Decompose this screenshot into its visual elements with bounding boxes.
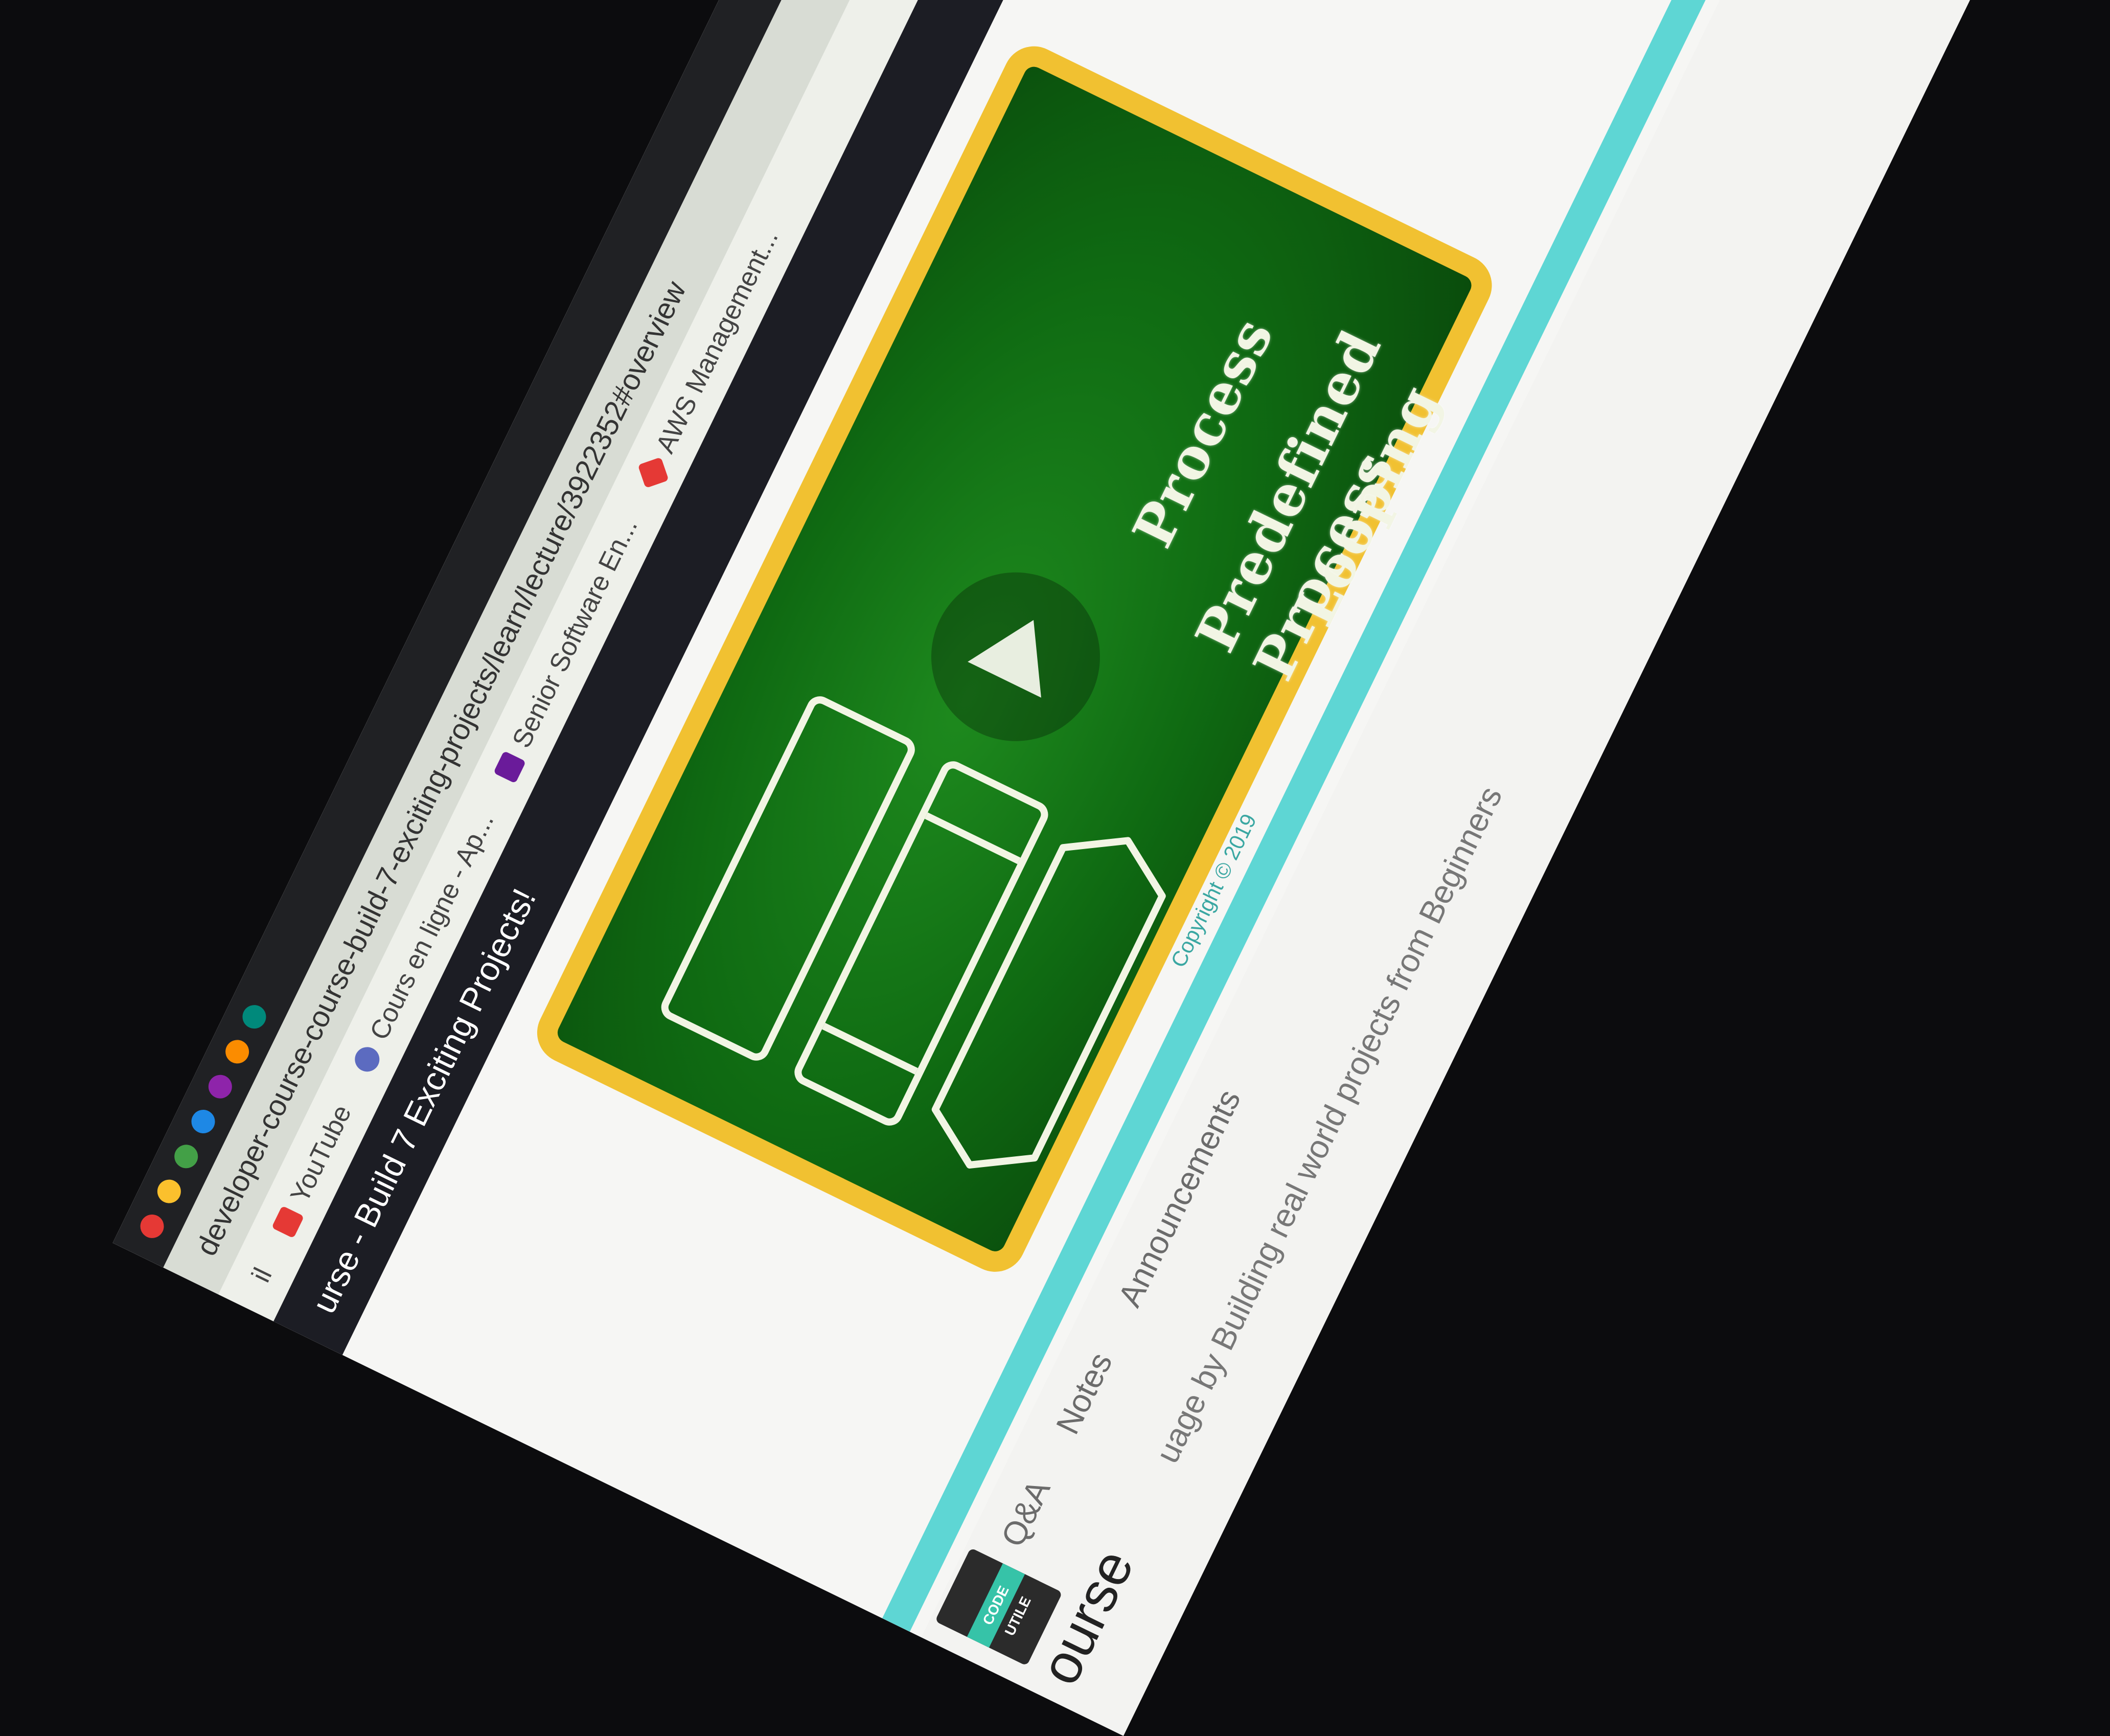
tab-favicon-icon[interactable] xyxy=(136,1210,168,1242)
tab-favicon-icon[interactable] xyxy=(238,1001,270,1033)
bookmark-partial[interactable]: il xyxy=(245,1263,278,1287)
badge-ribbon: CODE UTILE xyxy=(967,1563,1034,1648)
screen: developer-course-course-build-7-exciting… xyxy=(112,0,1998,1736)
bookmark-label: il xyxy=(246,1263,278,1287)
tab-favicon-icon[interactable] xyxy=(170,1140,202,1173)
tab-qa[interactable]: Q&A xyxy=(994,1474,1058,1552)
tab-favicon-icon[interactable] xyxy=(204,1070,236,1103)
tab-favicon-icon[interactable] xyxy=(187,1106,219,1137)
slack-icon xyxy=(493,750,526,784)
udemy-icon xyxy=(351,1042,384,1076)
predefined-process-bar-right xyxy=(924,812,1021,864)
play-icon xyxy=(968,602,1070,698)
play-button[interactable] xyxy=(903,544,1129,770)
tab-favicon-icon[interactable] xyxy=(153,1175,185,1207)
tab-notes[interactable]: Notes xyxy=(1048,1346,1120,1440)
predefined-process-bar-left xyxy=(822,1022,918,1075)
youtube-icon xyxy=(271,1205,305,1239)
aws-icon xyxy=(637,456,669,488)
tab-favicon-icon[interactable] xyxy=(221,1036,253,1068)
